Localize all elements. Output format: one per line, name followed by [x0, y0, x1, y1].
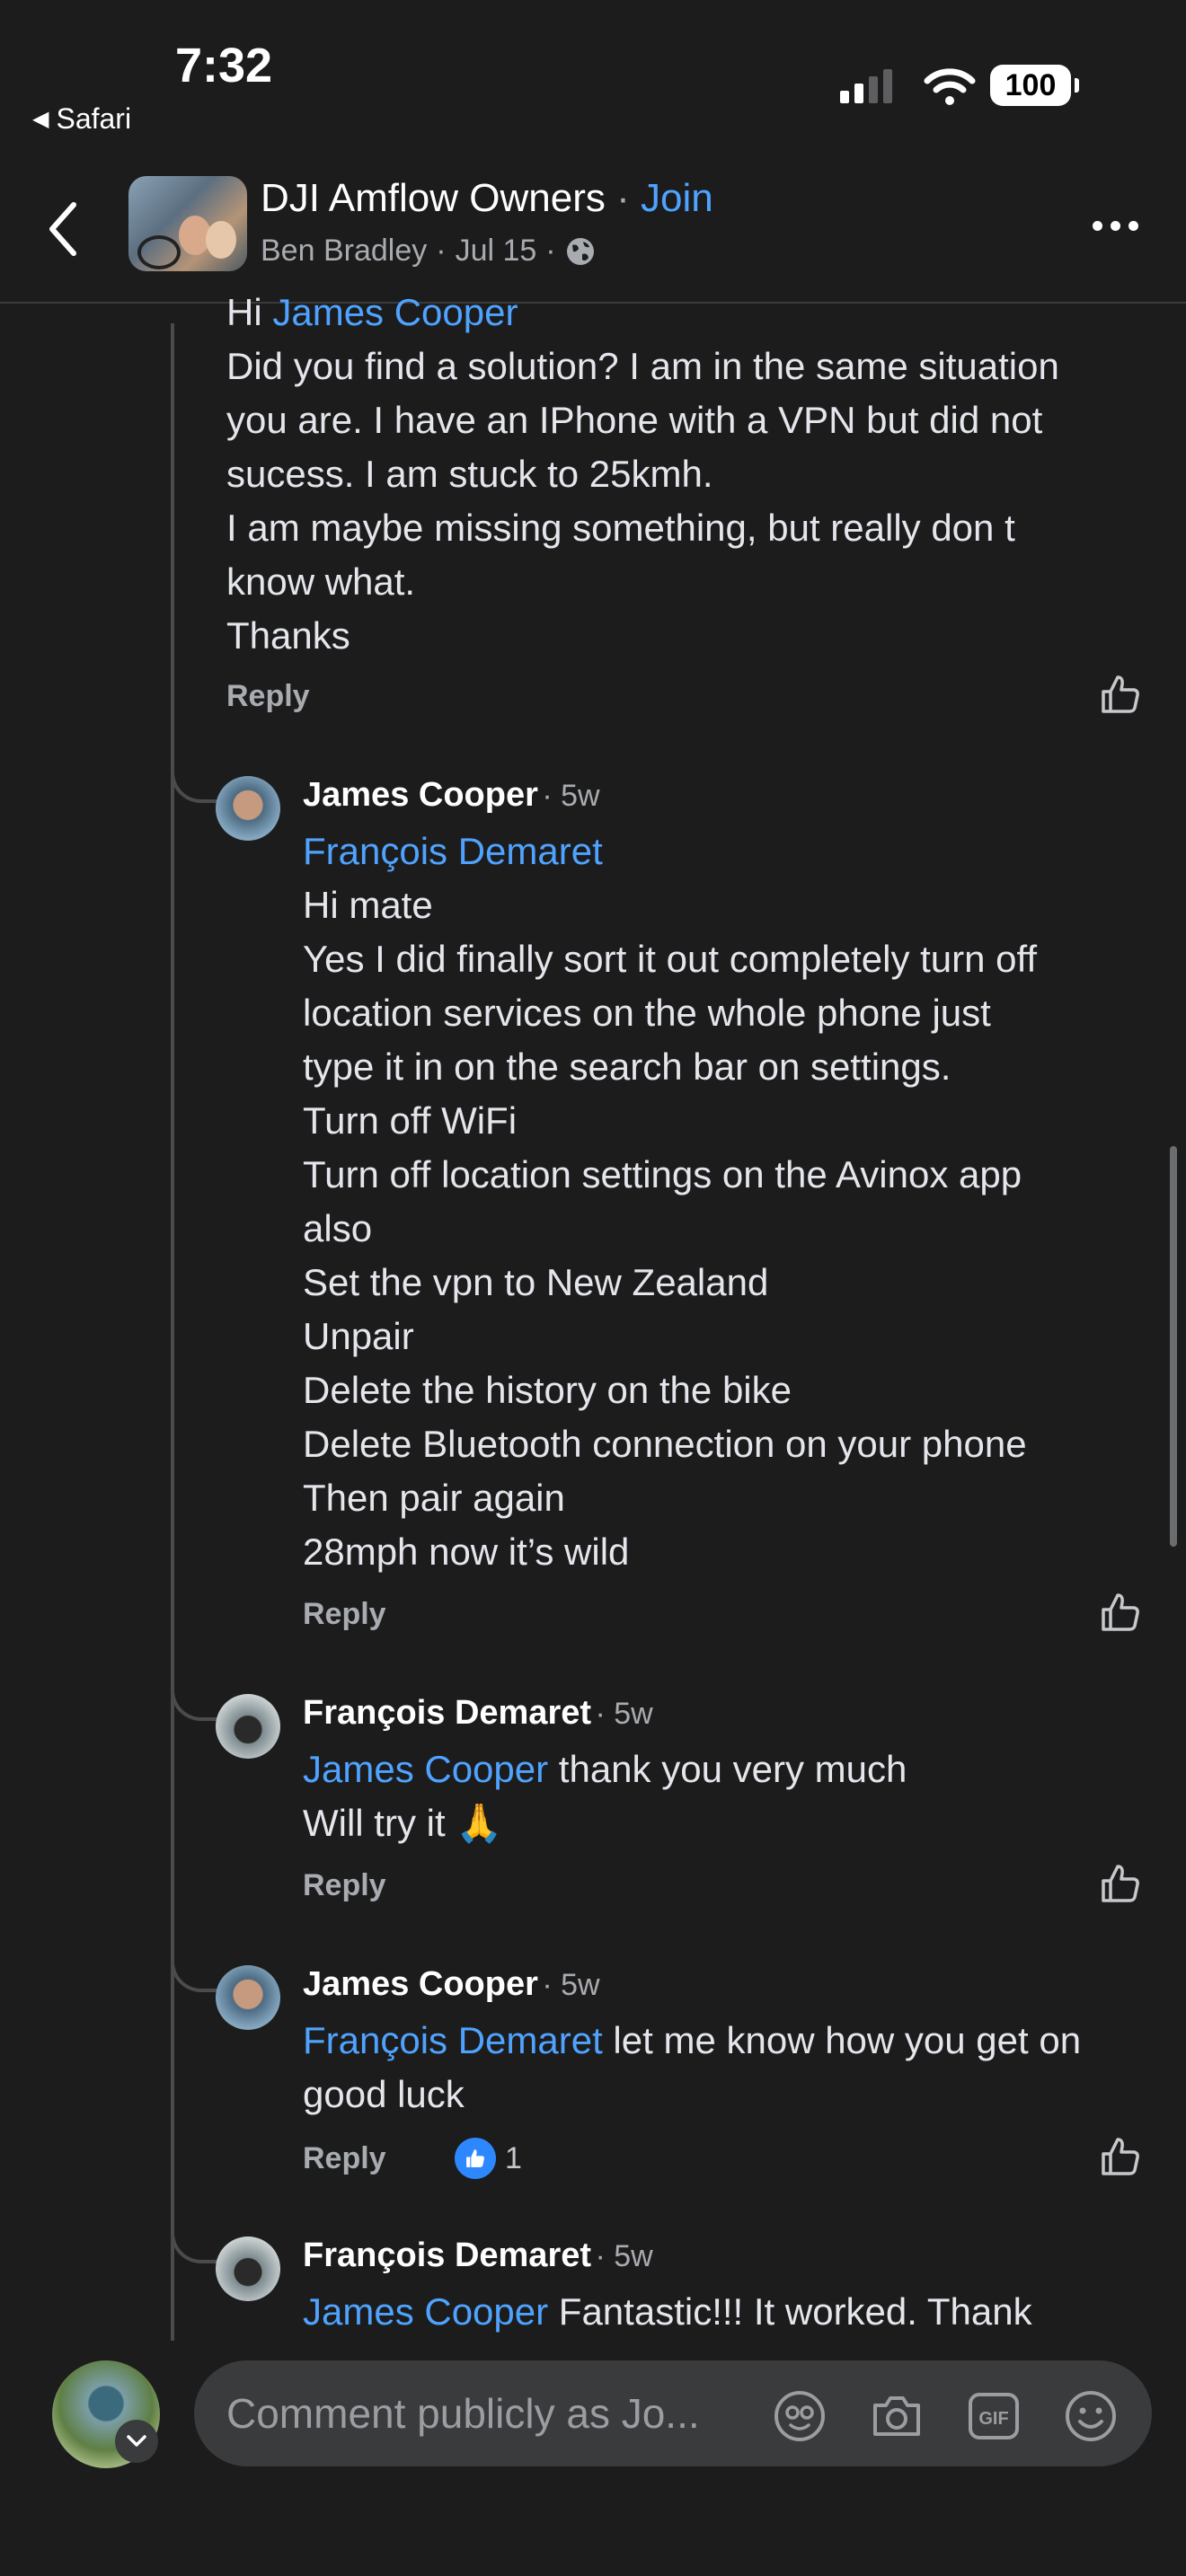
comment-header: James Cooper · 5w: [303, 1965, 600, 2004]
mention-link[interactable]: James Cooper: [303, 2290, 548, 2333]
comment-body: James Cooper thank you very much Will tr…: [303, 1742, 907, 1850]
thread-elbow: [171, 1953, 221, 1992]
more-icon[interactable]: [1093, 221, 1138, 231]
comment-line: Delete the history on the bike: [303, 1369, 792, 1411]
comment-body: François Demaret let me know how you get…: [303, 2014, 1081, 2122]
comment-line: Yes I did finally sort it out completely…: [303, 938, 1038, 980]
avatar[interactable]: [216, 2236, 280, 2301]
reply-button[interactable]: Reply: [303, 1597, 386, 1632]
comment-author[interactable]: James Cooper: [303, 776, 538, 814]
back-app-label: Safari: [56, 102, 132, 135]
svg-text:GIF: GIF: [978, 2409, 1008, 2429]
wifi-icon: [924, 68, 976, 105]
camera-icon[interactable]: [868, 2387, 925, 2445]
mention-link[interactable]: James Cooper: [303, 1748, 548, 1790]
comment-author[interactable]: François Demaret: [303, 2236, 591, 2274]
gif-icon[interactable]: GIF: [965, 2387, 1022, 2445]
reply-button[interactable]: Reply: [226, 679, 310, 714]
meta-dot-2: ·: [545, 234, 556, 268]
comment-line: know what.: [226, 560, 416, 603]
comment-line: location services on the whole phone jus…: [303, 992, 991, 1034]
status-time: 7:32: [175, 39, 273, 93]
like-icon[interactable]: [1098, 672, 1143, 717]
comment-line: Hi James Cooper: [226, 291, 518, 333]
comment-placeholder: Comment publicly as Jo...: [226, 2390, 700, 2437]
scrollbar[interactable]: [1170, 1146, 1177, 1547]
globe-icon: [566, 237, 594, 265]
comment-body: Hi James Cooper Did you find a solution?…: [226, 286, 1059, 663]
meta-dot: ·: [436, 234, 447, 268]
comment-line: Turn off location settings on the Avinox…: [303, 1153, 1022, 1195]
emoji-icon[interactable]: [1062, 2387, 1120, 2445]
comment-age: · 5w: [595, 1697, 653, 1731]
thread-elbow: [171, 2224, 221, 2263]
comment-line: I am maybe missing something, but really…: [226, 507, 1015, 549]
comment-header: François Demaret · 5w: [303, 1694, 653, 1733]
battery-indicator: 100: [990, 65, 1079, 106]
comment-header: James Cooper · 5w: [303, 776, 600, 815]
comment-header: François Demaret · 5w: [303, 2236, 653, 2275]
comment-line: 28mph now it’s wild: [303, 1531, 630, 1573]
mention-link[interactable]: François Demaret: [303, 825, 1037, 878]
comment-line: Did you find a solution? I am in the sam…: [226, 345, 1059, 387]
comment-line: good luck: [303, 2073, 465, 2115]
title-separator: ·: [605, 176, 641, 220]
comment-line: François Demaret let me know how you get…: [303, 2019, 1082, 2061]
post-author[interactable]: Ben Bradley: [261, 234, 427, 269]
avatar[interactable]: [216, 1694, 280, 1759]
thread-elbow: [171, 1681, 221, 1721]
comment-body: James Cooper Fantastic!!! It worked. Tha…: [303, 2285, 1032, 2339]
back-triangle-icon: ◀: [32, 107, 49, 131]
chevron-down-icon[interactable]: [115, 2420, 158, 2463]
comment-line: Set the vpn to New Zealand: [303, 1261, 769, 1303]
post-meta: Ben Bradley · Jul 15 ·: [261, 234, 596, 269]
comment-line: sucess. I am stuck to 25kmh.: [226, 453, 713, 495]
group-name[interactable]: DJI Amflow Owners: [261, 176, 606, 220]
comment-age: · 5w: [595, 2239, 653, 2273]
like-icon[interactable]: [1098, 1590, 1143, 1635]
avatar[interactable]: [216, 1965, 280, 2030]
comment-line: Then pair again: [303, 1477, 565, 1519]
comment-author[interactable]: James Cooper: [303, 1965, 538, 2003]
like-icon[interactable]: [1098, 1861, 1143, 1906]
thread-line: [171, 323, 174, 2344]
comment-line: Unpair: [303, 1315, 414, 1357]
group-avatar[interactable]: [128, 176, 247, 271]
comment-line: James Cooper thank you very much: [303, 1748, 907, 1790]
comment-line: Will try it 🙏: [303, 1802, 503, 1844]
post-date[interactable]: Jul 15: [456, 234, 537, 269]
comment-line: Hi mate: [303, 884, 433, 926]
comment-line: Thanks: [226, 614, 350, 657]
comment-line: James Cooper Fantastic!!! It worked. Tha…: [303, 2290, 1032, 2333]
avatar[interactable]: [216, 776, 280, 841]
comment-age: · 5w: [542, 779, 600, 813]
comment-line: Turn off WiFi: [303, 1099, 518, 1142]
comment-line: you are. I have an IPhone with a VPN but…: [226, 399, 1043, 441]
comment-line: type it in on the search bar on settings…: [303, 1045, 951, 1088]
reaction-summary[interactable]: 1: [455, 2138, 522, 2179]
comment-age: · 5w: [542, 1968, 600, 2002]
comment-author[interactable]: François Demaret: [303, 1694, 591, 1732]
mention-link[interactable]: François Demaret: [303, 2019, 603, 2061]
back-to-safari[interactable]: ◀ Safari: [32, 102, 131, 136]
join-button[interactable]: Join: [641, 176, 713, 220]
comment-line: Delete Bluetooth connection on your phon…: [303, 1423, 1027, 1465]
group-title[interactable]: DJI Amflow Owners · Join: [261, 176, 713, 221]
avatar-sticker-icon[interactable]: [771, 2387, 828, 2445]
reply-button[interactable]: Reply: [303, 2141, 386, 2176]
comment-body: François Demaret Hi mate Yes I did final…: [303, 825, 1037, 1579]
like-reaction-icon: [455, 2138, 496, 2179]
back-arrow-icon[interactable]: [43, 198, 83, 260]
thread-elbow: [171, 763, 221, 803]
mention-link[interactable]: James Cooper: [272, 291, 518, 333]
cellular-signal-icon: [840, 67, 892, 103]
like-icon[interactable]: [1098, 2134, 1143, 2179]
comment-line: also: [303, 1207, 373, 1249]
like-count: 1: [505, 2140, 522, 2175]
reply-button[interactable]: Reply: [303, 1868, 386, 1903]
